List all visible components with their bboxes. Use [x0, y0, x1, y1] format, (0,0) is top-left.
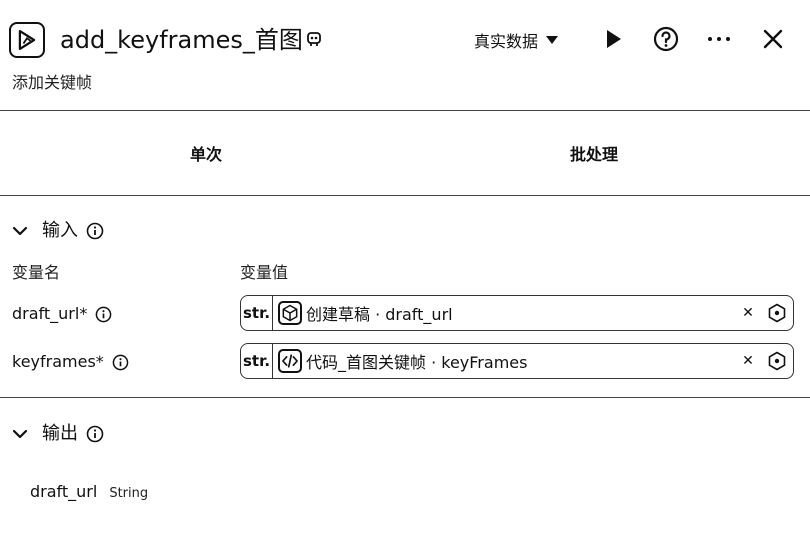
- output-item: draft_url String: [30, 482, 148, 501]
- type-tag: str.: [241, 344, 273, 378]
- run-button[interactable]: [600, 26, 626, 52]
- robot-badge-icon: [307, 32, 321, 46]
- reference-text: 代码_首图关键帧 · keyFrames: [306, 353, 528, 372]
- variable-reference-field[interactable]: str. 创建草稿 · draft_url ✕: [240, 295, 794, 331]
- reference-text: 创建草稿 · draft_url: [306, 305, 453, 324]
- clear-icon[interactable]: ✕: [739, 304, 757, 322]
- header-divider: [0, 110, 810, 111]
- output-section-title: 输出: [42, 423, 78, 444]
- help-icon: [653, 26, 679, 52]
- data-mode-label: 真实数据: [474, 32, 539, 51]
- play-icon: [607, 30, 621, 48]
- input-section-title: 输入: [42, 220, 78, 241]
- info-icon[interactable]: [112, 354, 129, 371]
- app-icon: [9, 22, 45, 58]
- column-header-name: 变量名: [12, 263, 61, 282]
- clear-icon[interactable]: ✕: [739, 352, 757, 370]
- tab-single[interactable]: 单次: [190, 144, 222, 166]
- param-label: draft_url*: [12, 304, 88, 323]
- variable-reference-field[interactable]: str. 代码_首图关键帧 · keyFrames ✕: [240, 343, 794, 379]
- chevron-down-icon[interactable]: [12, 223, 28, 239]
- help-button[interactable]: [653, 26, 679, 52]
- info-icon[interactable]: [86, 425, 104, 443]
- variable-picker-icon[interactable]: [767, 303, 787, 323]
- node-header: add_keyframes_首图 添加关键帧 真实数据: [0, 0, 810, 110]
- more-button[interactable]: [706, 26, 732, 52]
- tabs-divider: [0, 195, 810, 196]
- info-icon[interactable]: [86, 222, 104, 240]
- cube-icon: [278, 301, 302, 325]
- variable-picker-icon[interactable]: [767, 351, 787, 371]
- param-draft-url: draft_url*: [12, 303, 112, 325]
- code-icon: [278, 349, 302, 373]
- info-icon[interactable]: [95, 306, 112, 323]
- type-tag: str.: [241, 296, 273, 330]
- chevron-down-icon[interactable]: [12, 426, 28, 442]
- section-divider: [0, 397, 810, 398]
- node-description: 添加关键帧: [12, 73, 93, 92]
- close-icon: [763, 29, 783, 49]
- input-section-header[interactable]: 输入: [12, 219, 104, 243]
- close-button[interactable]: [760, 26, 786, 52]
- param-label: keyframes*: [12, 352, 104, 371]
- output-type: String: [109, 486, 149, 501]
- tab-batch[interactable]: 批处理: [570, 144, 618, 166]
- more-icon: [708, 37, 730, 41]
- node-title: add_keyframes_首图: [60, 26, 303, 54]
- output-section-header[interactable]: 输出: [12, 422, 104, 446]
- output-name: draft_url: [30, 482, 98, 501]
- data-mode-dropdown[interactable]: 真实数据: [474, 28, 559, 52]
- column-header-value: 变量值: [240, 263, 289, 282]
- caret-down-icon: [546, 36, 559, 44]
- param-keyframes: keyframes*: [12, 351, 129, 373]
